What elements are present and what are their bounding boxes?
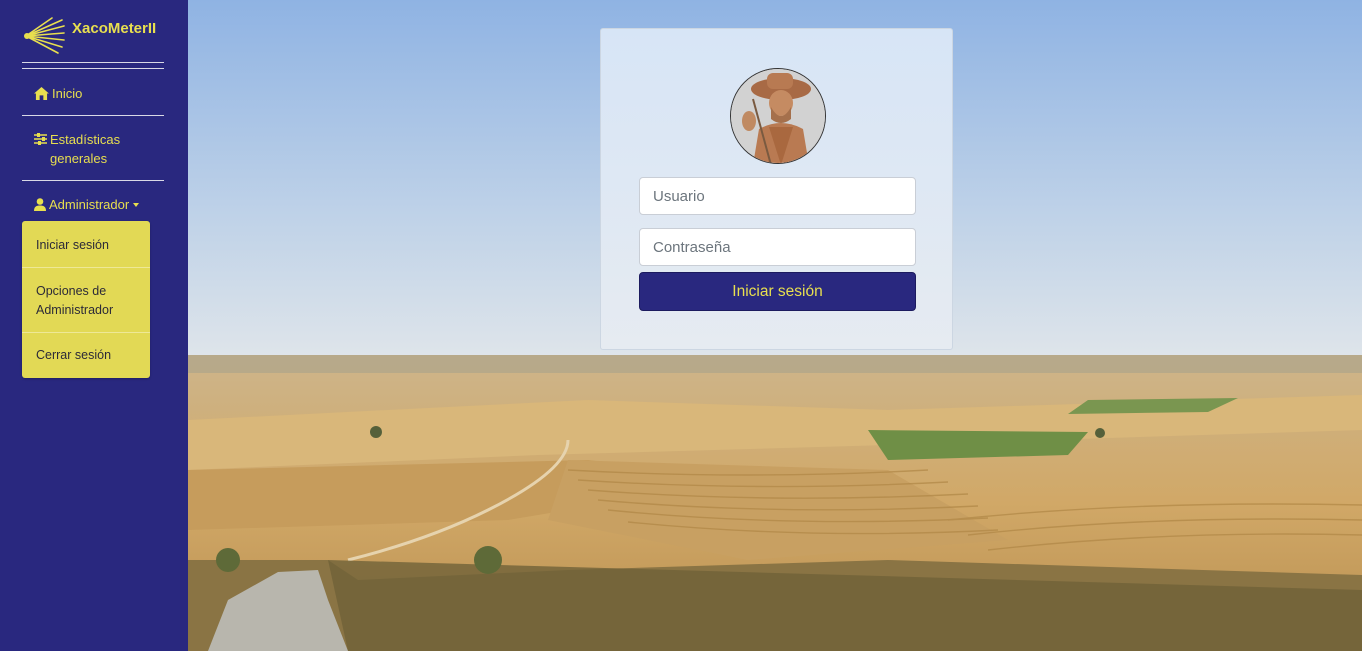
sidebar-item-label: Estadísticas generales <box>50 132 121 166</box>
divider <box>22 180 164 181</box>
password-input[interactable] <box>639 228 916 266</box>
brand-name: XacoMeterII <box>72 20 157 37</box>
sidebar-item-estadisticas[interactable]: Estadísticas generales <box>34 130 144 168</box>
pilgrim-statue-avatar <box>730 68 826 164</box>
sliders-icon <box>34 133 47 145</box>
username-input[interactable] <box>639 177 916 215</box>
sidebar-item-label: Administrador <box>49 197 130 212</box>
sidebar-item-administrador[interactable]: Administrador <box>34 195 140 214</box>
divider <box>22 267 150 268</box>
sidebar: XacoMeterII Inicio Estadísticas generale… <box>0 0 188 651</box>
brand[interactable]: XacoMeterII <box>22 14 172 58</box>
home-icon <box>34 87 49 100</box>
login-button[interactable]: Iniciar sesión <box>639 272 916 311</box>
login-card: Iniciar sesión <box>600 28 953 350</box>
sidebar-item-label: Inicio <box>52 86 83 101</box>
menu-item-cerrar-sesion[interactable]: Cerrar sesión <box>22 346 150 365</box>
caret-down-icon <box>133 203 140 207</box>
divider <box>22 68 164 69</box>
menu-item-iniciar-sesion[interactable]: Iniciar sesión <box>22 236 150 255</box>
scallop-shell-icon <box>24 17 65 54</box>
menu-item-opciones-administrador[interactable]: Opciones de Administrador <box>22 282 132 320</box>
divider <box>22 115 164 116</box>
divider <box>22 332 150 333</box>
sidebar-item-inicio[interactable]: Inicio <box>34 84 82 103</box>
divider <box>22 62 164 63</box>
user-icon <box>34 198 46 211</box>
admin-dropdown-menu: Iniciar sesión Opciones de Administrador… <box>22 221 150 378</box>
